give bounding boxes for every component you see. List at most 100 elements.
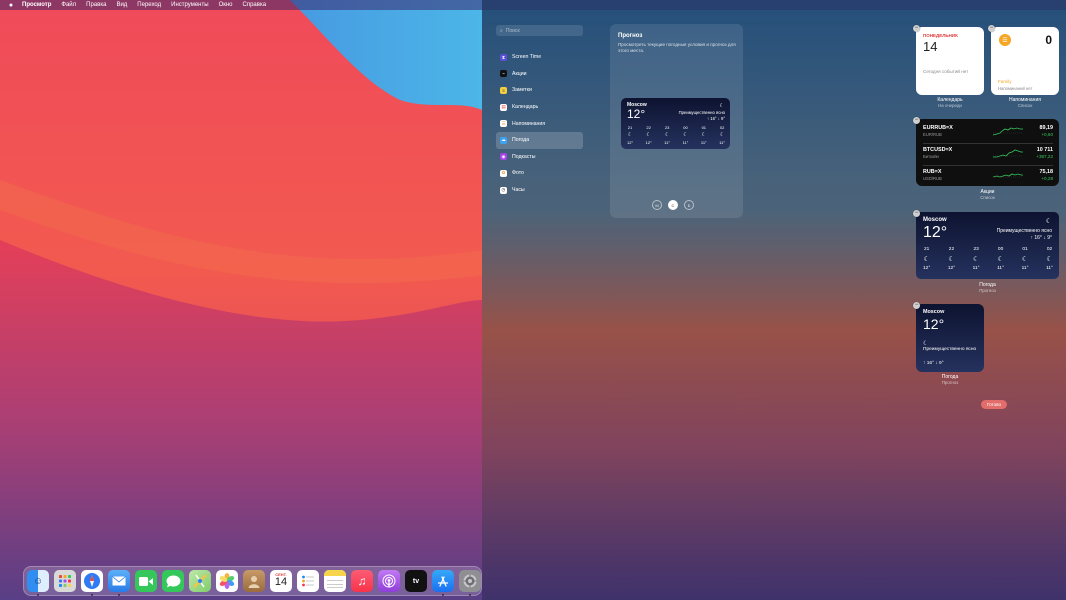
safari-icon[interactable] <box>81 570 103 592</box>
menu-item-help[interactable]: Справка <box>243 2 267 8</box>
search-placeholder: Поиск <box>505 27 520 34</box>
stock-row[interactable]: RUB=X USD/RUB 75,18 +0,28 <box>923 169 1053 186</box>
size-large-button[interactable]: Б <box>684 200 694 210</box>
launchpad-icon[interactable] <box>54 570 76 592</box>
hour-item: 01 ☾ 11° <box>701 125 707 145</box>
size-small-button[interactable]: M <box>652 200 662 210</box>
dock-tv-label: tv <box>412 577 420 585</box>
reminders-list-name: Family <box>998 79 1012 84</box>
weather-condition: Преимущественно ясно <box>996 228 1052 234</box>
app-store-icon[interactable] <box>432 570 454 592</box>
widget-list-item-reminders[interactable]: ☰ Напоминания <box>496 115 583 132</box>
stock-name: Биткойн <box>923 154 939 159</box>
stock-sparkline <box>993 173 1023 178</box>
menu-item-view[interactable]: Вид <box>116 2 127 8</box>
running-indicator <box>442 594 444 596</box>
weather-condition: Преимущественно ясно <box>923 347 977 352</box>
moon-icon: ☾ <box>1045 218 1052 225</box>
widget-list-item-notes[interactable]: ≡ Заметки <box>496 82 583 99</box>
remove-widget-button[interactable]: − <box>913 117 920 124</box>
widget-list-label: Акции <box>512 70 527 77</box>
moon-icon: ☾ <box>664 132 670 138</box>
facetime-icon[interactable] <box>135 570 157 592</box>
moon-icon: ☾ <box>1021 256 1029 263</box>
calendar-widget-caption: Календарь На очереди <box>916 97 984 108</box>
messages-icon[interactable] <box>162 570 184 592</box>
stock-change: +0,28 <box>1041 176 1053 181</box>
divider <box>923 143 1053 144</box>
clock-icon: ◷ <box>500 186 507 194</box>
hour-time: 22 <box>646 125 651 130</box>
remove-widget-button[interactable]: − <box>913 302 920 309</box>
hour-item: 01 ☾ 11° <box>1022 247 1029 271</box>
notes-icon[interactable] <box>324 570 346 592</box>
finder-icon[interactable]: ☺ <box>27 570 49 592</box>
widget-list-label: Подкасты <box>512 153 536 160</box>
widget-caption-subtitle: Список <box>1017 103 1033 108</box>
weather-hourly: 21 ☾ 12° 22 ☾ 12° 23 ☾ 11° 00 ☾ 11° 01 ☾ 11° 02 ☾ 11… <box>923 247 1053 271</box>
reminders-widget[interactable]: ☰ 0 Family Напоминаний нет <box>991 27 1059 95</box>
widget-list-item-calendar[interactable]: ▤ Календарь <box>496 99 583 116</box>
weather-widget-small[interactable]: Moscow 12° ☾ Преимущественно ясно ↑ 16° … <box>916 304 984 372</box>
remove-widget-button[interactable]: − <box>913 25 920 32</box>
menu-item-app[interactable]: Просмотр <box>22 2 51 8</box>
weather-widget-preview[interactable]: Moscow 12° ☾ Преимущественно ясно ↑ 16° … <box>621 98 730 149</box>
stocks-widget[interactable]: EURRUB=X EUR/RUB 89,19 +0,60 BTCUSD=X Би… <box>916 119 1059 186</box>
weather-hilo: ↑ 16° ↓ 9° <box>923 361 944 366</box>
menu-item-window[interactable]: Окно <box>219 2 233 8</box>
preview-description: Просмотреть текущие погодные условия и п… <box>618 42 736 53</box>
calendar-icon[interactable]: СЕНТ. 14 <box>270 570 292 592</box>
widget-list-item-photos[interactable]: ✿ Фото <box>496 165 583 182</box>
photos-icon[interactable] <box>216 570 238 592</box>
system-preferences-icon[interactable] <box>459 570 481 592</box>
hour-temp: 11° <box>700 140 707 145</box>
maps-icon[interactable] <box>189 570 211 592</box>
hour-temp: 11° <box>997 266 1005 271</box>
menu-item-edit[interactable]: Правка <box>86 2 106 8</box>
widget-list-item-podcasts[interactable]: ◉ Подкасты <box>496 149 583 166</box>
list-icon: ☰ <box>999 34 1011 46</box>
running-indicator <box>91 594 93 596</box>
stock-row[interactable]: EURRUB=X EUR/RUB 89,19 +0,60 <box>923 125 1053 143</box>
menu-item-go[interactable]: Переход <box>137 2 161 8</box>
contacts-icon[interactable] <box>243 570 265 592</box>
stock-price: 10 711 <box>1036 147 1053 153</box>
moon-icon: ☾ <box>627 132 633 138</box>
moon-icon: ☾ <box>719 103 724 109</box>
hour-item: 02 ☾ 11° <box>1046 247 1053 271</box>
hour-time: 02 <box>719 125 725 130</box>
calendar-widget[interactable]: ПОНЕДЕЛЬНИК 14 Сегодня событий нет <box>916 27 984 95</box>
hour-temp: 12° <box>923 266 931 271</box>
remove-widget-button[interactable]: − <box>913 210 920 217</box>
podcasts-icon[interactable] <box>378 570 400 592</box>
done-button[interactable]: Готово <box>981 400 1007 409</box>
reminders-icon[interactable] <box>297 570 319 592</box>
weather-hilo: ↑ 16° ↓ 9° <box>706 116 725 121</box>
hour-time: 02 <box>1046 247 1053 252</box>
widget-list-item-stocks[interactable]: ~ Акции <box>496 66 583 83</box>
widget-list-label: Часы <box>512 187 525 194</box>
music-icon[interactable]: ♫ <box>351 570 373 592</box>
size-medium-button[interactable]: C <box>668 200 678 210</box>
apple-menu-icon[interactable]: ● <box>6 2 16 9</box>
weather-condition: Преимущественно ясно <box>678 110 725 115</box>
moon-icon: ☾ <box>923 256 930 263</box>
widget-search-field[interactable]: ⌕ Поиск <box>496 25 583 36</box>
reminders-widget-caption: Напоминания Список <box>991 97 1059 108</box>
stock-symbol: BTCUSD=X <box>923 147 953 153</box>
remove-widget-button[interactable]: − <box>988 25 995 32</box>
widget-list-item-screen-time[interactable]: ⧗ Screen Time <box>496 49 583 66</box>
widget-list-item-weather[interactable]: ☁ Погода <box>496 131 583 149</box>
widget-size-selector: M C Б <box>652 200 694 210</box>
tv-icon[interactable]: tv <box>405 570 427 592</box>
mail-icon[interactable] <box>108 570 130 592</box>
stock-row[interactable]: BTCUSD=X Биткойн 10 711 +387,22 <box>923 147 1053 165</box>
menu-item-tools[interactable]: Инструменты <box>171 2 208 8</box>
widget-list-item-clock[interactable]: ◷ Часы <box>496 182 583 199</box>
menu-item-file[interactable]: Файл <box>61 2 76 8</box>
hour-temp: 11° <box>1046 266 1053 271</box>
weather-widget-medium[interactable]: Moscow 12° ☾ Преимущественно ясно ↑ 16° … <box>916 212 1059 279</box>
reminders-icon: ☰ <box>500 120 507 128</box>
hour-temp: 12° <box>645 140 652 145</box>
weather-temp: 12° <box>923 224 948 241</box>
